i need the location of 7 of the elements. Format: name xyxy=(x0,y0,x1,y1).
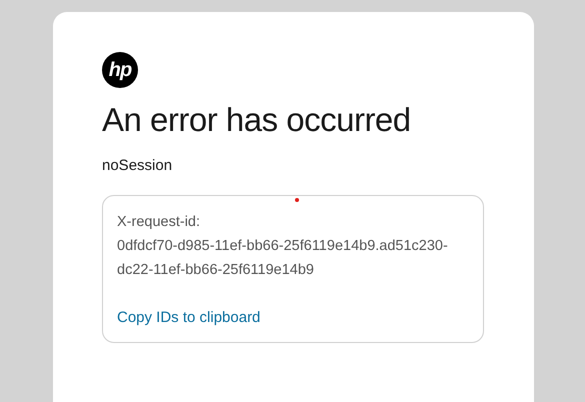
error-message: noSession xyxy=(102,156,172,176)
copy-link[interactable]: Copy IDs to clipboard xyxy=(117,306,260,330)
dot-icon xyxy=(295,198,299,202)
error-title: An error has occurred xyxy=(102,100,412,140)
request-id-value: 0dfdcf70-d985-11ef-bb66-25f6119e14b9.ad51c230-dc22-11ef-bb66-25f6119e14b9 xyxy=(117,237,449,280)
logo: hp xyxy=(102,52,138,88)
request-id-label: X-request-id: xyxy=(117,213,202,232)
